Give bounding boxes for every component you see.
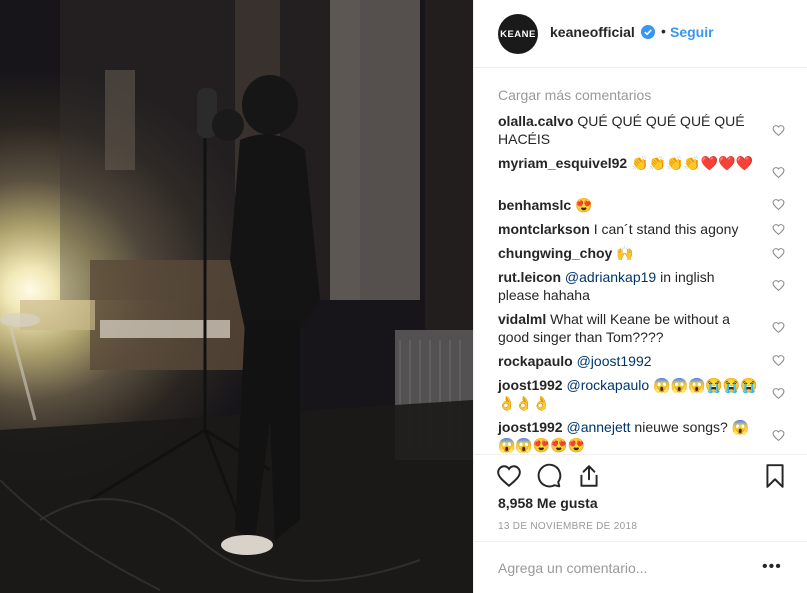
post-panel: KEANE keaneofficial • Seguir Cargar más … (473, 0, 807, 593)
comment-mention[interactable]: @joost1992 (577, 353, 652, 369)
small-heart-icon[interactable] (772, 321, 785, 334)
comment-username[interactable]: joost1992 (498, 377, 563, 393)
bookmark-icon[interactable] (762, 463, 788, 489)
comment-item: rut.leicon @adriankap19 in inglish pleas… (498, 268, 758, 304)
comment-text: 😍 (575, 197, 593, 213)
comment-mention[interactable]: @adriankap19 (565, 269, 656, 285)
small-heart-icon[interactable] (772, 198, 785, 211)
comment-item: olalla.calvo QUÉ QUÉ QUÉ QUÉ QUÉ HACÉIS (498, 112, 758, 148)
post-header: KEANE keaneofficial • Seguir (474, 0, 807, 68)
likes-count[interactable]: 8,958 Me gusta (498, 495, 598, 511)
action-bar (474, 454, 807, 494)
avatar[interactable]: KEANE (498, 14, 538, 54)
username[interactable]: keaneofficial (550, 24, 635, 40)
comment-username[interactable]: myriam_esquivel92 (498, 155, 627, 171)
comment-username[interactable]: benhamslc (498, 197, 571, 213)
post-photo[interactable] (0, 0, 473, 593)
small-heart-icon[interactable] (772, 354, 785, 367)
comment-username[interactable]: olalla.calvo (498, 113, 573, 129)
verified-icon (641, 25, 655, 39)
comment-text: I can´t stand this agony (593, 221, 739, 237)
comment-username[interactable]: rut.leicon (498, 269, 561, 285)
small-heart-icon[interactable] (772, 223, 785, 236)
comment-item: myriam_esquivel92 👏👏👏👏❤️❤️❤️ (498, 154, 758, 172)
small-heart-icon[interactable] (772, 279, 785, 292)
comment-icon[interactable] (536, 463, 562, 489)
comment-username[interactable]: montclarkson (498, 221, 590, 237)
more-options-icon[interactable]: ••• (762, 558, 782, 576)
comment-text: 👏👏👏👏❤️❤️❤️ (631, 155, 754, 171)
load-more-comments[interactable]: Cargar más comentarios (498, 87, 651, 103)
comments-list[interactable]: Cargar más comentarios olalla.calvo QUÉ … (474, 68, 807, 454)
comment-input[interactable] (498, 556, 748, 580)
small-heart-icon[interactable] (772, 166, 785, 179)
small-heart-icon[interactable] (772, 387, 785, 400)
comment-username[interactable]: chungwing_choy (498, 245, 612, 261)
separator-dot: • (661, 23, 666, 39)
comment-username[interactable]: rockapaulo (498, 353, 573, 369)
small-heart-icon[interactable] (772, 124, 785, 137)
comment-item: chungwing_choy 🙌 (498, 244, 758, 262)
post-date[interactable]: 13 DE NOVIEMBRE DE 2018 (498, 521, 637, 532)
comment-item: vidalml What will Keane be without a goo… (498, 310, 758, 346)
comment-mention[interactable]: @rockapaulo (566, 377, 649, 393)
comment-item: joost1992 @rockapaulo 😱😱😱😭😭😭👌👌👌 (498, 376, 758, 412)
studio-scene (0, 0, 473, 593)
comment-item: montclarkson I can´t stand this agony (498, 220, 758, 238)
comment-username[interactable]: vidalml (498, 311, 546, 327)
add-comment-row: ••• (474, 541, 807, 593)
comment-item: benhamslc 😍 (498, 196, 758, 214)
comment-text: 🙌 (616, 245, 634, 261)
small-heart-icon[interactable] (772, 247, 785, 260)
comment-mention[interactable]: @annejett (566, 419, 630, 435)
small-heart-icon[interactable] (772, 429, 785, 442)
heart-icon[interactable] (496, 463, 522, 489)
comment-item: rockapaulo @joost1992 (498, 352, 758, 370)
comment-item: joost1992 @annejett nieuwe songs? 😱😱😱😍😍😍 (498, 418, 758, 454)
follow-button[interactable]: Seguir (670, 24, 714, 40)
comment-username[interactable]: joost1992 (498, 419, 563, 435)
share-icon[interactable] (576, 463, 602, 489)
